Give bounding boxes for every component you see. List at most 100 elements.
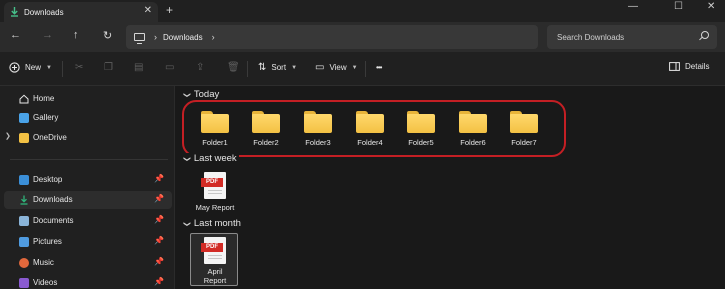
sidebar-item-label: Videos	[33, 278, 58, 287]
pdf-file-icon: PDF	[201, 237, 226, 264]
pin-icon[interactable]: 📌	[154, 194, 164, 203]
breadcrumb-chevron-icon: ›	[154, 32, 157, 42]
sort-label: Sort	[271, 63, 287, 72]
pin-icon[interactable]: 📌	[154, 257, 164, 266]
divider	[247, 61, 248, 77]
chevron-down-icon: ▼	[351, 64, 358, 71]
navigation-pane: Home Gallery ❯ OneDrive Desktop 📌 Downlo…	[0, 86, 175, 289]
title-bar: Downloads ✕ + — ☐ ✕	[0, 0, 725, 22]
new-tab-button[interactable]: +	[166, 3, 173, 17]
chevron-down-icon: ▼	[291, 64, 298, 71]
chevron-down-icon[interactable]: ❯	[183, 156, 191, 162]
file-name: May Report	[195, 203, 235, 212]
sidebar-item-videos[interactable]: Videos 📌	[4, 274, 172, 289]
sidebar-item-label: Music	[33, 258, 54, 267]
sidebar-item-label: Gallery	[33, 113, 59, 122]
search-icon	[701, 31, 709, 39]
group-header-last-month[interactable]: ❯ Last month	[183, 218, 241, 229]
paste-icon[interactable]: ▤	[134, 62, 143, 73]
close-window-button[interactable]: ✕	[707, 1, 715, 12]
tab-close-icon[interactable]: ✕	[144, 5, 152, 16]
tab-downloads[interactable]: Downloads ✕	[4, 2, 158, 22]
sidebar-item-documents[interactable]: Documents 📌	[4, 212, 172, 230]
music-icon	[19, 258, 29, 268]
highlight-annotation	[182, 100, 566, 157]
sort-icon: ⇅	[258, 62, 267, 73]
download-icon	[11, 7, 18, 17]
forward-button[interactable]: →	[42, 29, 53, 41]
address-field[interactable]: › Downloads ›	[126, 25, 538, 49]
desktop-icon	[19, 175, 29, 185]
cut-icon[interactable]: ✂	[75, 62, 83, 73]
group-header-today[interactable]: ❯ Today	[183, 89, 220, 100]
file-name-line1: April	[207, 267, 223, 276]
this-pc-icon	[134, 33, 145, 44]
sidebar-item-downloads[interactable]: Downloads 📌	[4, 191, 172, 209]
sidebar-item-music[interactable]: Music 📌	[4, 254, 172, 272]
group-label: Today	[193, 89, 220, 100]
videos-icon	[19, 278, 29, 288]
minimize-button[interactable]: —	[628, 1, 638, 12]
sort-button[interactable]: ⇅ Sort ▼	[258, 62, 297, 73]
search-input[interactable]: Search Downloads	[547, 25, 717, 49]
documents-icon	[19, 216, 29, 226]
details-label: Details	[685, 62, 710, 71]
divider	[365, 61, 366, 77]
chevron-right-icon[interactable]: ❯	[5, 132, 11, 140]
group-label: Last month	[193, 218, 241, 229]
view-button[interactable]: ▭ View ▼	[315, 62, 358, 73]
tab-title: Downloads	[24, 7, 64, 17]
pin-icon[interactable]: 📌	[154, 236, 164, 245]
chevron-down-icon[interactable]: ❯	[183, 221, 191, 227]
sidebar-item-label: Downloads	[33, 195, 73, 204]
copy-icon[interactable]: ❐	[104, 62, 113, 73]
sidebar-item-gallery[interactable]: Gallery	[4, 109, 172, 127]
delete-icon[interactable]: 🗑	[227, 62, 240, 73]
maximize-button[interactable]: ☐	[674, 1, 683, 12]
view-label: View	[329, 63, 347, 72]
pdf-badge: PDF	[201, 243, 223, 252]
plus-circle-icon	[9, 62, 20, 73]
new-label: New	[25, 63, 42, 72]
sidebar-item-home[interactable]: Home	[4, 90, 172, 108]
command-bar: New ▼ ✂ ❐ ▤ ▭ ⇪ 🗑 ⇅ Sort ▼ ▭ View ▼ ••• …	[0, 52, 725, 86]
rename-icon[interactable]: ▭	[165, 62, 174, 73]
search-placeholder: Search Downloads	[557, 32, 625, 42]
group-header-last-week[interactable]: ❯ Last week	[183, 153, 239, 164]
file-name-line2: Report	[203, 276, 227, 285]
divider	[62, 61, 63, 77]
back-button[interactable]: ←	[10, 29, 21, 41]
share-icon[interactable]: ⇪	[196, 62, 204, 73]
sidebar-item-label: Pictures	[33, 237, 62, 246]
downloads-icon	[19, 195, 29, 205]
up-button[interactable]: ↑	[73, 29, 79, 41]
pictures-icon	[19, 237, 29, 247]
sidebar-item-label: Desktop	[33, 175, 63, 184]
refresh-button[interactable]: ↻	[103, 29, 112, 42]
details-button[interactable]: Details	[669, 62, 709, 71]
pin-icon[interactable]: 📌	[154, 215, 164, 224]
new-button[interactable]: New ▼	[9, 62, 52, 73]
pdf-file-icon: PDF	[201, 172, 226, 199]
breadcrumb-downloads[interactable]: Downloads	[163, 33, 203, 42]
group-label: Last week	[193, 153, 237, 164]
file-item-april-report[interactable]: PDF April Report	[190, 233, 238, 286]
pin-icon[interactable]: 📌	[154, 174, 164, 183]
sidebar-item-label: Home	[33, 94, 55, 103]
home-icon	[19, 94, 29, 104]
sidebar-item-label: OneDrive	[33, 133, 67, 142]
sidebar-item-label: Documents	[33, 216, 74, 225]
sidebar-item-pictures[interactable]: Pictures 📌	[4, 233, 172, 251]
sidebar-divider	[10, 159, 168, 160]
sidebar-item-onedrive[interactable]: ❯ OneDrive	[4, 129, 172, 147]
file-list: ❯ Today Folder1 Folder2 Folder3 Folder4 …	[176, 86, 725, 289]
pdf-badge: PDF	[201, 178, 223, 187]
sidebar-item-desktop[interactable]: Desktop 📌	[4, 171, 172, 189]
breadcrumb-chevron-icon[interactable]: ›	[212, 32, 215, 42]
chevron-down-icon[interactable]: ❯	[183, 92, 191, 98]
pin-icon[interactable]: 📌	[154, 277, 164, 286]
gallery-icon	[19, 113, 29, 123]
onedrive-folder-icon	[19, 133, 29, 143]
file-item-may-report[interactable]: PDF May Report	[191, 171, 239, 213]
more-options-button[interactable]: •••	[376, 63, 382, 72]
